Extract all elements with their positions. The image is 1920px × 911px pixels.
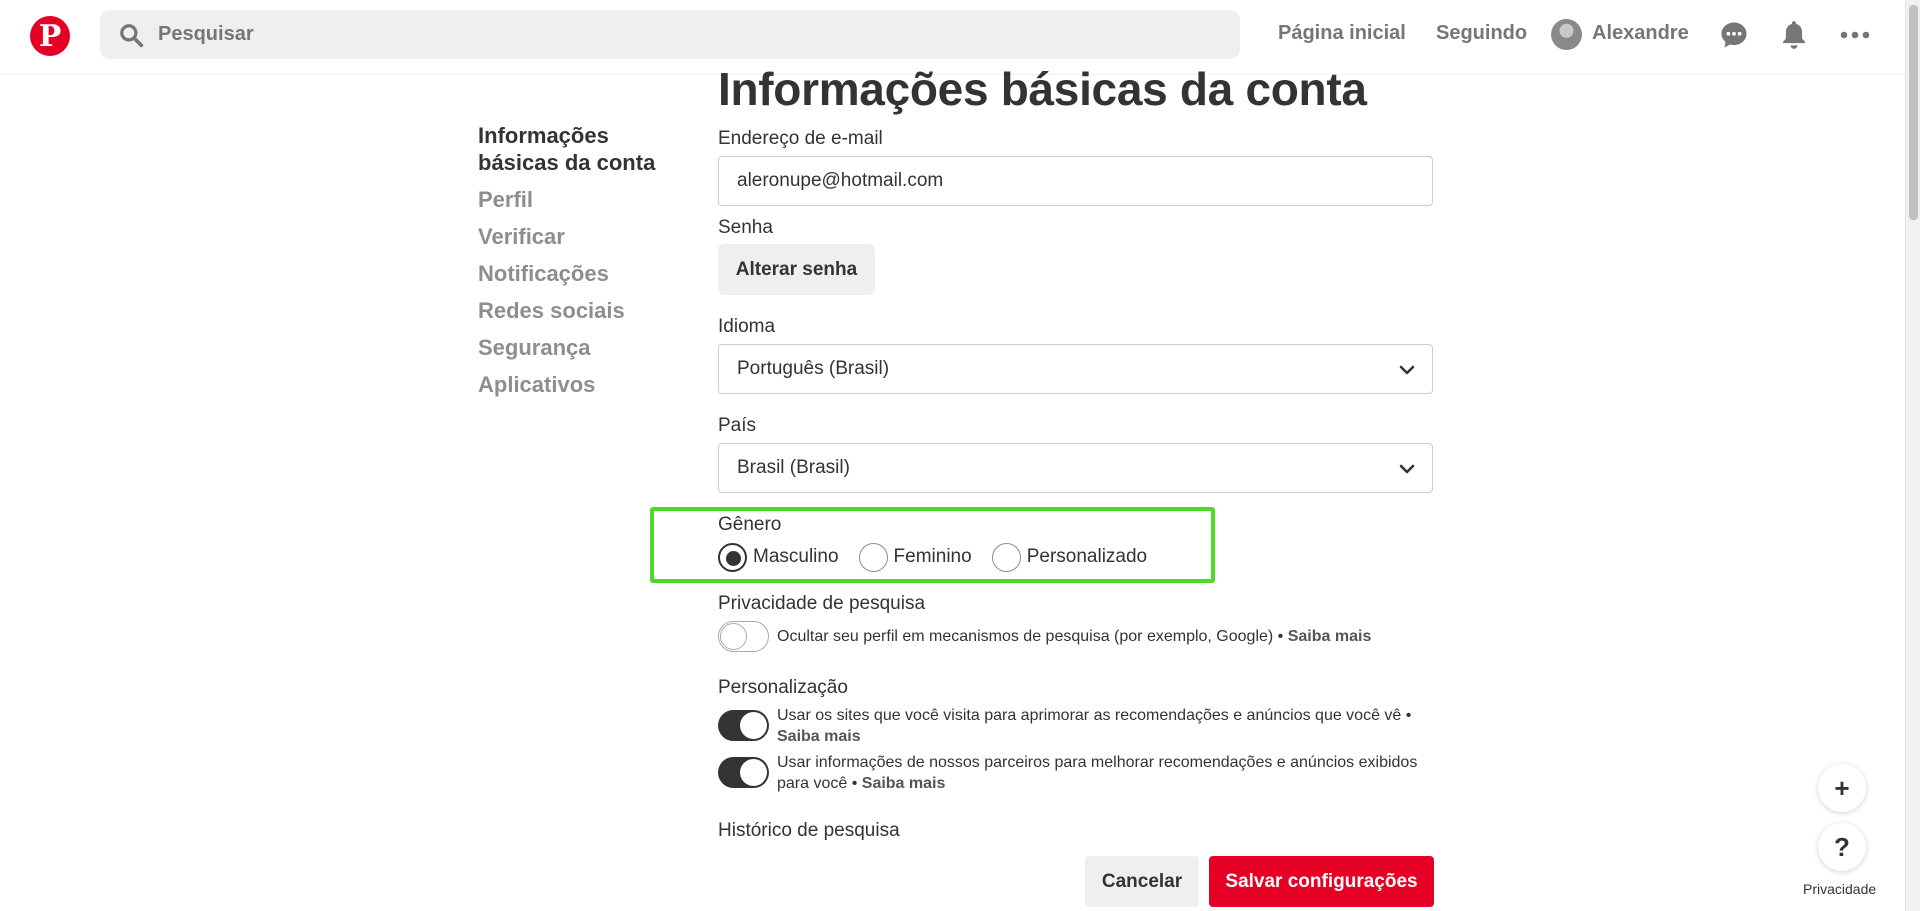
cancel-button[interactable]: Cancelar [1085,856,1199,907]
change-password-button[interactable]: Alterar senha [718,244,875,295]
country-value: Brasil (Brasil) [737,457,850,478]
help-icon[interactable]: ? [1818,823,1866,871]
sidebar-item-verify[interactable]: Verificar [478,223,688,250]
search-privacy-text: Ocultar seu perfil em mecanismos de pesq… [777,626,1437,647]
scrollbar-thumb[interactable] [1909,5,1918,220]
personalization-sites-text: Usar os sites que você visita para aprim… [777,705,1437,747]
toggle-knob [740,712,767,739]
sidebar-item-notifications[interactable]: Notificações [478,260,688,287]
notifications-bell-icon[interactable] [1775,16,1813,54]
personalization-sites-description: Usar os sites que você visita para aprim… [777,707,1412,724]
search-bar[interactable] [100,10,1240,59]
settings-sidebar: Informações básicas da conta Perfil Veri… [478,122,688,408]
toggle-knob [720,623,747,650]
sidebar-item-social-networks[interactable]: Redes sociais [478,297,688,324]
gender-highlight-box [650,507,1215,583]
language-label: Idioma [718,316,776,337]
password-label: Senha [718,217,773,238]
toggle-knob [740,759,767,786]
sidebar-item-account-basics[interactable]: Informações básicas da conta [478,122,688,176]
personalization-partners-text: Usar informações de nossos parceiros par… [777,752,1437,794]
nav-home-link[interactable]: Página inicial [1278,22,1406,45]
messages-icon[interactable] [1715,16,1753,54]
save-settings-button[interactable]: Salvar configurações [1209,856,1434,907]
page-scrollbar[interactable] [1905,0,1920,911]
country-label: País [718,415,757,436]
search-privacy-description: Ocultar seu perfil em mecanismos de pesq… [777,628,1284,645]
country-select[interactable]: Brasil (Brasil) [718,443,1433,493]
language-value: Português (Brasil) [737,358,890,379]
sidebar-item-security[interactable]: Segurança [478,334,688,361]
personalization-partners-toggle[interactable] [718,757,769,788]
learn-more-link[interactable]: Saiba mais [1288,628,1372,645]
nav-following-link[interactable]: Seguindo [1436,22,1527,45]
search-privacy-toggle[interactable] [718,621,769,652]
more-options-icon[interactable] [1836,16,1874,54]
nav-profile-link[interactable]: Alexandre [1592,22,1689,45]
email-label: Endereço de e-mail [718,128,883,149]
sidebar-item-profile[interactable]: Perfil [478,186,688,213]
email-value: aleronupe@hotmail.com [737,170,944,191]
avatar[interactable] [1551,19,1582,50]
search-privacy-label: Privacidade de pesquisa [718,593,926,614]
sidebar-item-apps[interactable]: Aplicativos [478,371,688,398]
language-select[interactable]: Português (Brasil) [718,344,1433,394]
privacy-link[interactable]: Privacidade [1800,880,1880,898]
chevron-down-icon [1399,365,1415,375]
search-history-label: Histórico de pesquisa [718,820,900,841]
learn-more-link[interactable]: Saiba mais [777,728,861,745]
personalization-sites-toggle[interactable] [718,710,769,741]
search-icon [120,23,144,47]
learn-more-link[interactable]: Saiba mais [862,775,946,792]
plus-icon[interactable]: + [1818,764,1866,812]
page-title: Informações básicas da conta [718,63,1367,115]
pinterest-logo-icon[interactable]: P [30,16,70,56]
search-input[interactable] [158,23,1158,46]
chevron-down-icon [1399,464,1415,474]
personalization-label: Personalização [718,677,848,698]
email-field[interactable]: aleronupe@hotmail.com [718,156,1433,206]
